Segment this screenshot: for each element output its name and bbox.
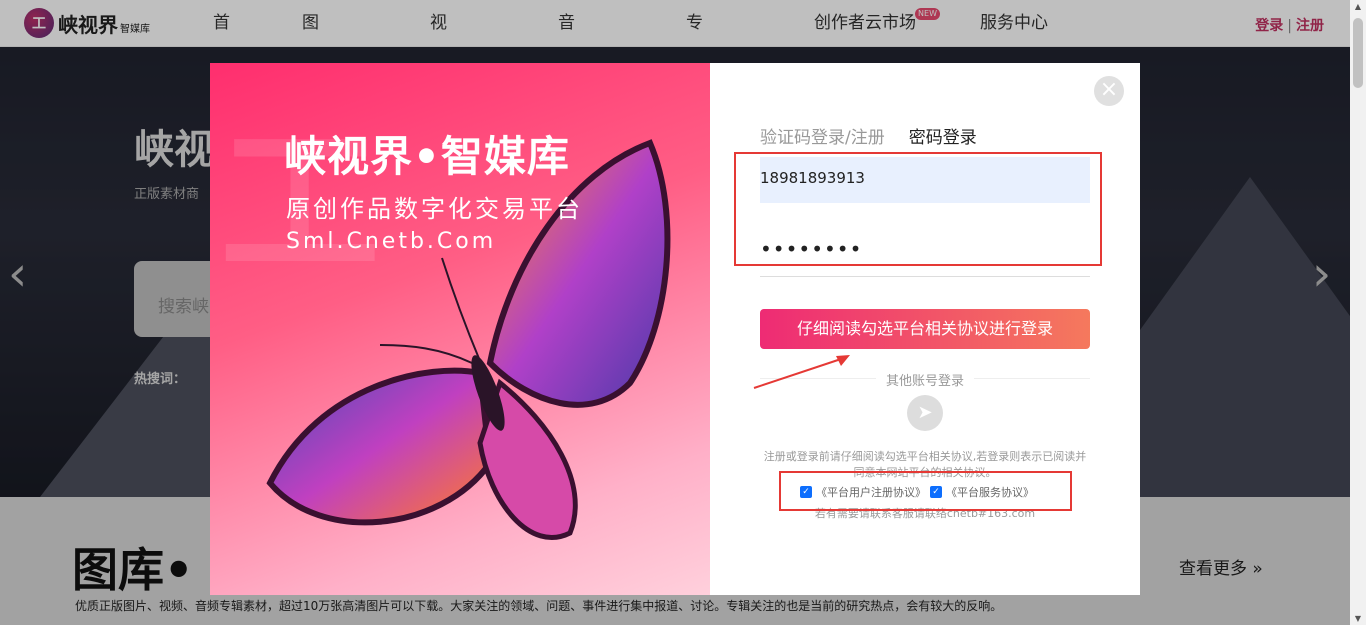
tab-password-login[interactable]: 密码登录 xyxy=(909,123,977,148)
scroll-up-icon[interactable]: ▲ xyxy=(1354,2,1362,11)
annotation-box-agreements xyxy=(779,471,1072,511)
page: 工 峡视界 智媒库 首页 图片素材 视频素材 音乐素材 专辑视界 创作者云市场 … xyxy=(0,0,1366,625)
annotation-arrow xyxy=(753,355,850,389)
brand-subtitle: 原创作品数字化交易平台 xyxy=(286,195,583,223)
modal-promo-panel: 工 峡视界•智媒库 原创作品数字化交易平台 Sml.Cnetb.Com xyxy=(210,63,710,595)
login-modal: 工 峡视界•智媒库 原创作品数字化交易平台 Sml.Cnetb.Com × 验证… xyxy=(210,63,1140,595)
brand-title: 峡视界•智媒库 xyxy=(284,132,570,181)
annotation-box-credentials xyxy=(734,152,1102,266)
login-button[interactable]: 仔细阅读勾选平台相关协议进行登录 xyxy=(760,309,1090,349)
scroll-down-icon[interactable]: ▼ xyxy=(1354,614,1362,623)
close-icon[interactable]: × xyxy=(1094,76,1124,106)
login-form-panel: × 验证码登录/注册 密码登录 18981893913 •••••••• 仔细阅… xyxy=(710,63,1140,595)
scroll-thumb[interactable] xyxy=(1353,18,1363,88)
paper-plane-icon[interactable]: ➤ xyxy=(907,395,943,431)
page-scrollbar[interactable]: ▲ ▼ xyxy=(1350,0,1366,625)
brand-url: Sml.Cnetb.Com xyxy=(286,229,497,254)
login-tabs: 验证码登录/注册 密码登录 xyxy=(760,123,977,148)
tab-sms-login[interactable]: 验证码登录/注册 xyxy=(760,123,885,148)
